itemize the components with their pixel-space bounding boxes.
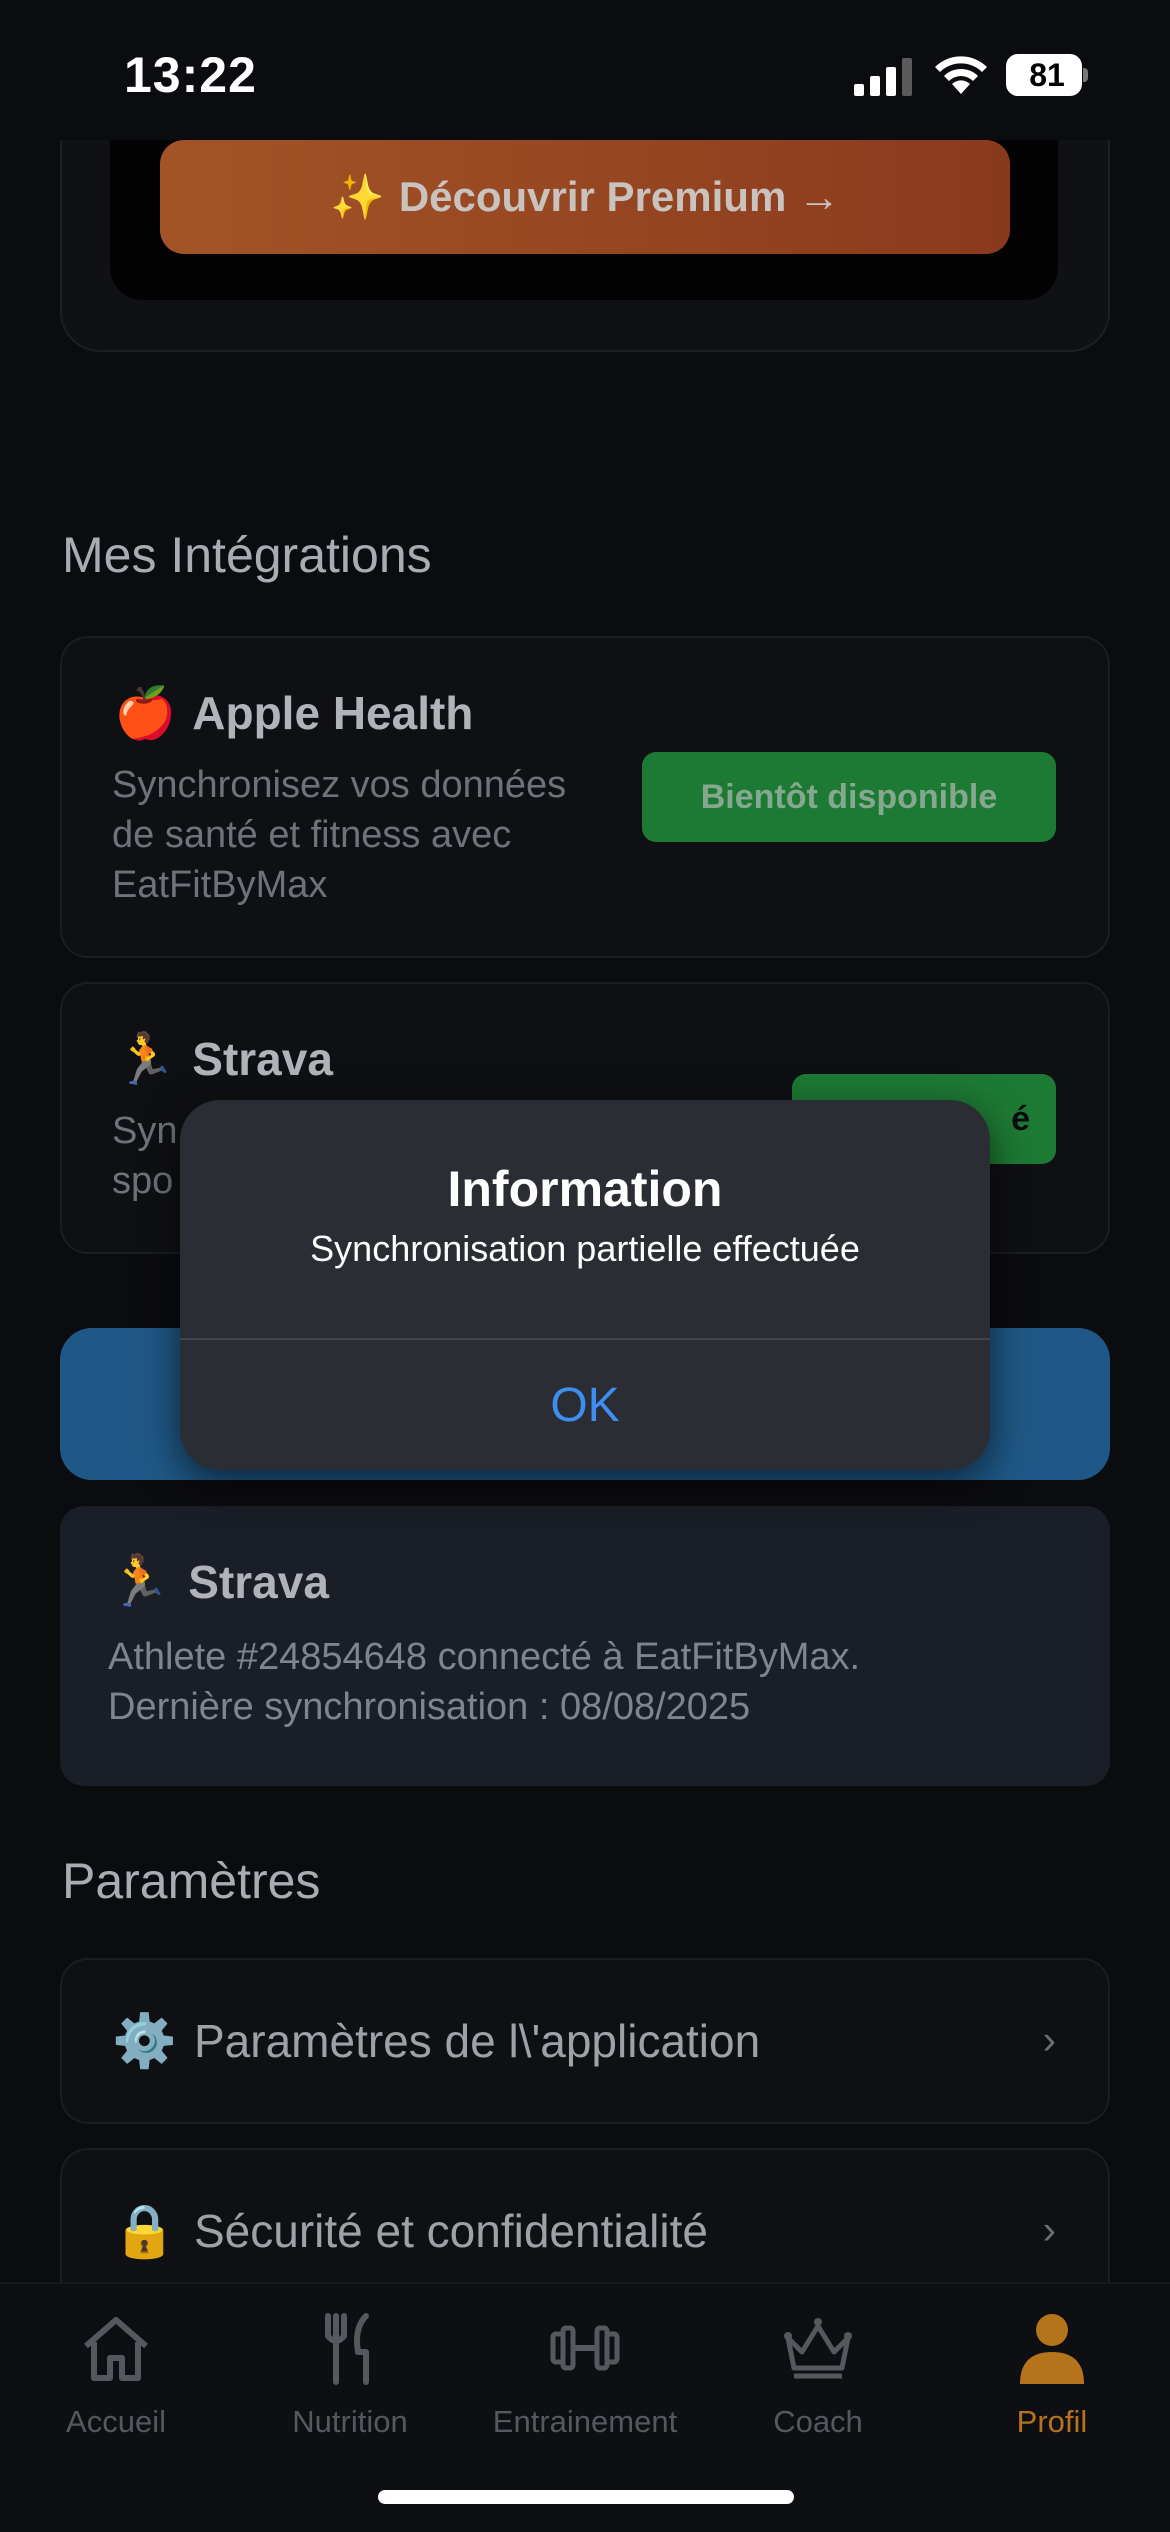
alert-ok-button[interactable]: OK bbox=[180, 1340, 990, 1470]
alert-message: Synchronisation partielle effectuée bbox=[310, 1228, 860, 1269]
battery-level: 81 bbox=[1029, 56, 1065, 93]
tab-label-coach: Coach bbox=[773, 2404, 863, 2439]
tab-label-entrainement: Entrainement bbox=[492, 2404, 678, 2439]
tab-label-profil: Profil bbox=[1016, 2404, 1088, 2439]
wifi-icon bbox=[935, 56, 987, 94]
crown-icon bbox=[784, 2318, 852, 2379]
tab-coach[interactable]: Coach bbox=[718, 2308, 918, 2448]
home-indicator[interactable] bbox=[378, 2490, 794, 2504]
tab-accueil[interactable]: Accueil bbox=[16, 2308, 216, 2448]
home-icon bbox=[84, 2317, 148, 2381]
tab-label-nutrition: Nutrition bbox=[292, 2404, 408, 2439]
tab-profil[interactable]: Profil bbox=[952, 2308, 1152, 2448]
alert-title: Information bbox=[447, 1161, 723, 1217]
information-alert: Information Synchronisation partielle ef… bbox=[180, 1100, 990, 1470]
fork-knife-icon bbox=[325, 2313, 369, 2385]
person-icon bbox=[1020, 2314, 1084, 2384]
status-time: 13:22 bbox=[124, 47, 257, 103]
tab-label-accueil: Accueil bbox=[66, 2404, 166, 2439]
profile-screen: ✨ Découvrir Premium → Mes Intégrations 🍎… bbox=[0, 0, 1170, 2532]
tab-nutrition[interactable]: Nutrition bbox=[250, 2308, 450, 2448]
battery-icon: 81 bbox=[1006, 54, 1088, 96]
tab-entrainement[interactable]: Entrainement bbox=[485, 2308, 685, 2448]
dumbbell-icon bbox=[550, 2325, 620, 2371]
cellular-signal-icon bbox=[854, 58, 912, 96]
status-bar: 13:22 81 bbox=[0, 0, 1170, 140]
